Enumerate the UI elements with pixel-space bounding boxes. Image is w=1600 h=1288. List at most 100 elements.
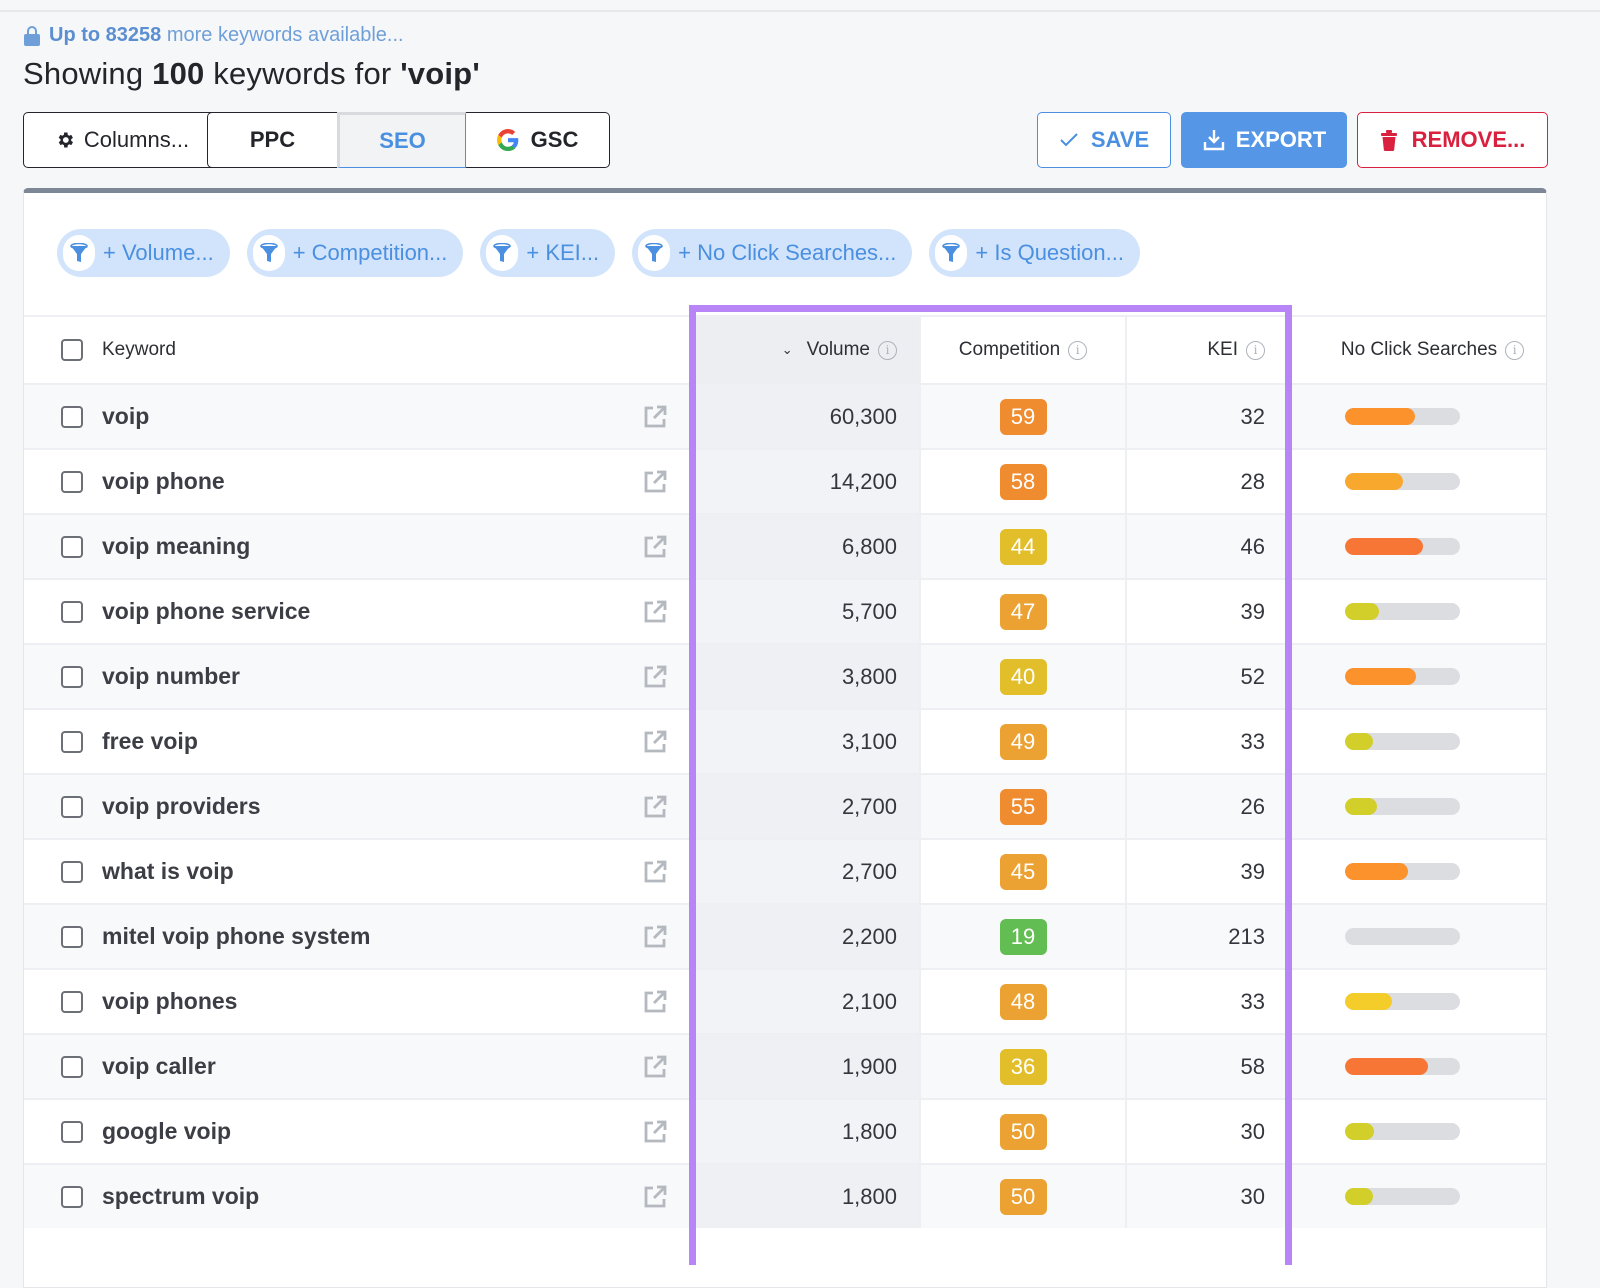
filter-label: + Is Question... [975,240,1124,265]
google-icon [496,129,518,151]
header-no-click-label: No Click Searches [1340,339,1498,360]
competition-cell: 59 [921,385,1127,448]
kei-value: 33 [1240,728,1265,754]
competition-cell: 55 [921,775,1127,838]
row-checkbox[interactable] [61,730,83,753]
competition-badge: 40 [999,658,1047,695]
upsell-count: Up to 83258 [49,24,162,46]
row-checkbox[interactable] [61,1120,83,1143]
row-checkbox[interactable] [61,1185,83,1208]
keyword-cell: voip [24,385,691,448]
tab-gsc[interactable]: GSC [466,112,610,168]
kei-value: 46 [1240,533,1265,559]
tab-ppc[interactable]: PPC [207,112,337,168]
volume-value: 3,100 [841,728,897,754]
kei-value: 213 [1228,923,1265,949]
external-link-icon[interactable] [641,793,669,821]
row-checkbox[interactable] [61,860,83,883]
save-label: SAVE [1090,127,1150,152]
row-checkbox[interactable] [61,1055,83,1078]
trash-icon [1380,130,1397,151]
external-link-icon[interactable] [641,533,669,561]
competition-badge: 47 [999,593,1047,630]
volume-cell: 2,700 [691,775,921,838]
filter-chip-no-click-searches[interactable]: + No Click Searches... [632,229,913,277]
row-checkbox[interactable] [61,990,83,1013]
select-all-checkbox[interactable] [61,339,83,361]
row-checkbox[interactable] [61,795,83,818]
filter-chip-volume[interactable]: + Volume... [57,229,230,277]
header-volume-label: Volume [806,339,870,360]
volume-cell: 6,800 [691,515,921,578]
header-no-click-searches[interactable]: No Click Searches i [1291,317,1546,383]
external-link-icon[interactable] [641,988,669,1016]
volume-cell: 14,200 [691,450,921,513]
volume-value: 2,200 [841,923,897,949]
info-icon[interactable]: i [1068,340,1088,360]
competition-cell: 44 [921,515,1127,578]
external-link-icon[interactable] [641,598,669,626]
no-click-bar-fill [1344,408,1415,425]
table-row: free voip 3,100 49 33 [24,708,1546,773]
header-volume[interactable]: ⌄ Volume i [691,317,921,383]
keyword-text: mitel voip phone system [102,923,371,949]
table-row: google voip 1,800 50 30 [24,1098,1546,1163]
keyword-cell: voip phone service [24,580,691,643]
filter-chip-kei[interactable]: + KEI... [480,229,616,277]
kei-cell: 46 [1127,515,1291,578]
no-click-bar [1344,408,1460,425]
filter-chip-competition[interactable]: + Competition... [246,229,464,277]
external-link-icon[interactable] [641,923,669,951]
info-icon[interactable]: i [878,340,897,360]
filter-chip-is-question[interactable]: + Is Question... [929,229,1140,277]
competition-badge: 50 [999,1178,1047,1215]
tab-seo[interactable]: SEO [337,112,466,168]
upsell-link[interactable]: Up to 83258 more keywords available... [24,24,404,47]
info-icon[interactable]: i [1246,340,1265,360]
competition-cell: 50 [921,1100,1127,1163]
header-keyword-label: Keyword [102,339,176,360]
search-query: 'voip' [400,56,480,91]
upsell-text: more keywords available... [161,24,404,46]
kei-value: 30 [1240,1118,1265,1144]
volume-cell: 60,300 [691,385,921,448]
table-row: spectrum voip 1,800 50 30 [24,1163,1546,1228]
top-divider [0,10,1600,12]
save-button[interactable]: SAVE [1037,112,1171,168]
row-checkbox[interactable] [61,405,83,428]
external-link-icon[interactable] [641,858,669,886]
volume-cell: 3,800 [691,645,921,708]
row-checkbox[interactable] [61,470,83,493]
lock-icon [24,25,40,46]
no-click-bar-fill [1344,1188,1374,1205]
remove-button[interactable]: REMOVE... [1357,112,1548,168]
filter-chips: + Volume... + Competition... + KEI... + … [57,229,1140,277]
external-link-icon[interactable] [641,728,669,756]
external-link-icon[interactable] [641,1053,669,1081]
no-click-cell [1291,710,1546,773]
external-link-icon[interactable] [641,468,669,496]
row-checkbox[interactable] [61,665,83,688]
no-click-cell [1291,1035,1546,1098]
no-click-bar [1344,928,1460,945]
row-checkbox[interactable] [61,535,83,558]
export-button[interactable]: EXPORT [1181,112,1347,168]
external-link-icon[interactable] [641,403,669,431]
keyword-cell: voip meaning [24,515,691,578]
header-kei[interactable]: KEI i [1127,317,1291,383]
columns-button[interactable]: Columns... [23,112,221,168]
no-click-bar-fill [1344,798,1377,815]
row-checkbox[interactable] [61,925,83,948]
no-click-cell [1291,450,1546,513]
external-link-icon[interactable] [641,1183,669,1211]
keyword-text: voip phone service [102,598,311,624]
info-icon[interactable]: i [1505,340,1525,360]
competition-cell: 36 [921,1035,1127,1098]
no-click-bar-fill [1344,993,1392,1010]
keyword-text: voip phone [102,468,225,494]
keyword-text: voip phones [102,988,238,1014]
header-competition[interactable]: Competition i [921,317,1127,383]
external-link-icon[interactable] [641,1118,669,1146]
row-checkbox[interactable] [61,600,83,623]
external-link-icon[interactable] [641,663,669,691]
